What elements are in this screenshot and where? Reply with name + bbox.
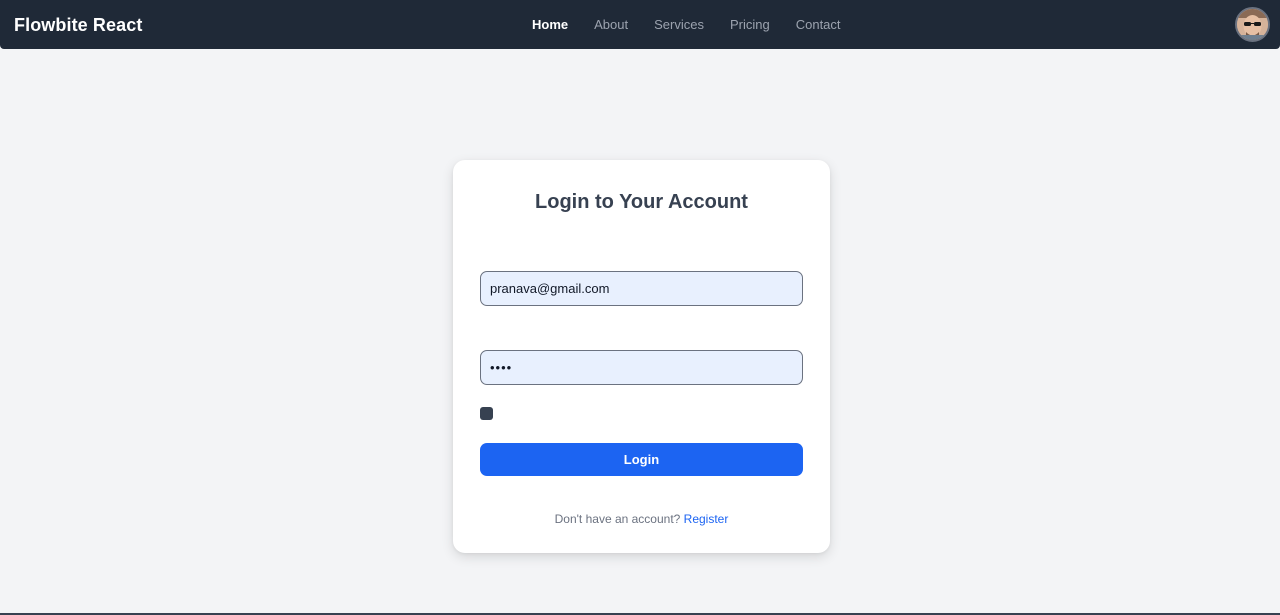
top-navbar: Flowbite React Home About Services Prici… [0, 0, 1280, 49]
nav-link-about[interactable]: About [581, 17, 641, 33]
nav-link-home[interactable]: Home [519, 17, 581, 33]
nav-link-services[interactable]: Services [641, 17, 717, 33]
remember-checkbox[interactable] [480, 407, 493, 420]
email-field[interactable] [480, 271, 803, 306]
brand-name[interactable]: Flowbite React [14, 14, 142, 36]
avatar-face-icon [1237, 9, 1268, 40]
login-card: Login to Your Account Login Don't have a… [453, 160, 830, 553]
password-field[interactable] [480, 350, 803, 385]
login-title: Login to Your Account [535, 191, 748, 213]
nav-link-pricing[interactable]: Pricing [717, 17, 783, 33]
nav-link-contact[interactable]: Contact [783, 17, 854, 33]
user-avatar-icon[interactable] [1235, 7, 1270, 42]
register-link[interactable]: Register [684, 512, 729, 526]
nav-links: Home About Services Pricing Contact [519, 0, 854, 49]
register-row: Don't have an account? Register [453, 512, 830, 527]
register-prompt: Don't have an account? [554, 512, 684, 526]
login-button[interactable]: Login [480, 443, 803, 476]
